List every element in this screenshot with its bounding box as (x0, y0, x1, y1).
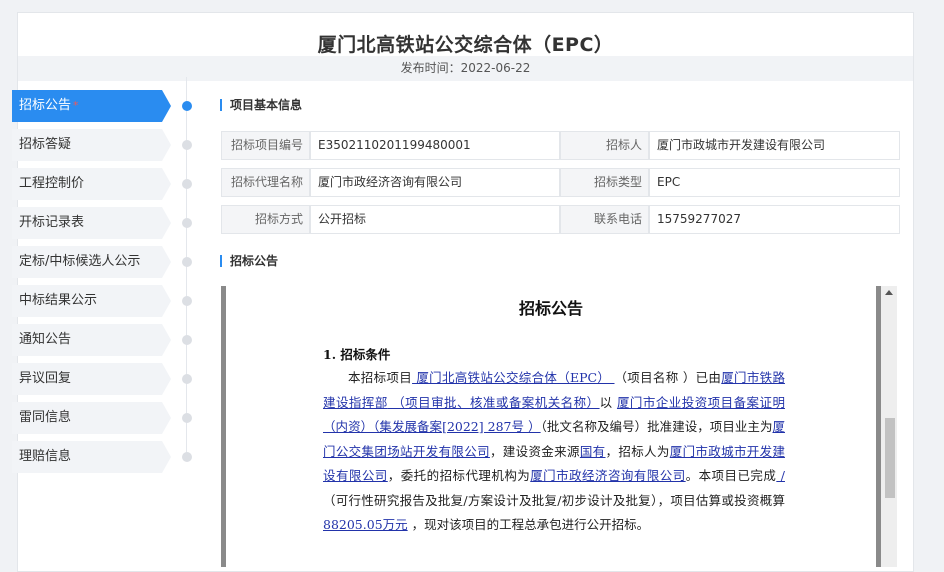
field-value: 公开招标 (310, 205, 560, 234)
info-row: 招标方式 公开招标 联系电话 15759277027 (221, 205, 900, 234)
field-label: 联系电话 (560, 205, 649, 234)
timeline-dot (182, 140, 192, 150)
document-paragraph: 本招标项目 厦门北高铁站公交综合体（EPC） （项目名称 ）已由厦门市铁路建设指… (323, 370, 785, 532)
field-value: 厦门市政经济咨询有限公司 (310, 168, 560, 197)
info-row: 招标项目编号 E3502110201199480001 招标人 厦门市政城市开发… (221, 131, 900, 160)
section-title-basic-info: 项目基本信息 (220, 99, 302, 111)
required-mark: * (73, 99, 79, 112)
timeline-dot (182, 296, 192, 306)
vertical-scrollbar[interactable] (881, 286, 897, 567)
timeline-dot (182, 413, 192, 423)
field-label: 招标项目编号 (221, 131, 310, 160)
timeline-dot (182, 101, 192, 111)
field-label: 招标类型 (560, 168, 649, 197)
document-title: 招标公告 (518, 299, 583, 318)
sidebar-item-notices[interactable]: 通知公告 (12, 324, 197, 356)
field-value: 15759277027 (649, 205, 900, 234)
publish-time-bar: 发布时间：2022-06-22 (18, 56, 913, 81)
sidebar-item-objection-reply[interactable]: 异议回复 (12, 363, 197, 395)
sidebar-item-similarity-info[interactable]: 雷同信息 (12, 402, 197, 434)
timeline-dot (182, 218, 192, 228)
timeline-dot (182, 335, 192, 345)
timeline-dot (182, 257, 192, 267)
sidebar-item-qa[interactable]: 招标答疑 (12, 129, 197, 161)
timeline-dot (182, 452, 192, 462)
section-title-notice: 招标公告 (220, 255, 278, 267)
notice-document-viewer[interactable]: 招标公告 1. 招标条件 本招标项目 厦门北高铁站公交综合体（EPC） （项目名… (221, 286, 897, 567)
field-value: 厦门市政城市开发建设有限公司 (649, 131, 900, 160)
publish-time: 发布时间：2022-06-22 (400, 61, 531, 75)
sidebar-item-control-price[interactable]: 工程控制价 (12, 168, 197, 200)
sidebar-item-result-publicity[interactable]: 中标结果公示 (12, 285, 197, 317)
field-value: E3502110201199480001 (310, 131, 560, 160)
field-value: EPC (649, 168, 900, 197)
field-label: 招标人 (560, 131, 649, 160)
sidebar-item-tender-notice[interactable]: 招标公告 * (12, 90, 197, 122)
sidebar-item-opening-record[interactable]: 开标记录表 (12, 207, 197, 239)
page-title: 厦门北高铁站公交综合体（EPC） (317, 34, 614, 56)
info-row: 招标代理名称 厦门市政经济咨询有限公司 招标类型 EPC (221, 168, 900, 197)
document-page: 招标公告 1. 招标条件 本招标项目 厦门北高铁站公交综合体（EPC） （项目名… (226, 286, 876, 567)
sidebar-item-candidate-publicity[interactable]: 定标/中标候选人公示 (12, 246, 197, 278)
scroll-up-arrow-icon[interactable] (885, 290, 893, 295)
timeline-dot (182, 374, 192, 384)
field-label: 招标方式 (221, 205, 310, 234)
sidebar-item-claim-info[interactable]: 理赔信息 (12, 441, 197, 473)
timeline-dot (182, 179, 192, 189)
field-label: 招标代理名称 (221, 168, 310, 197)
scrollbar-thumb[interactable] (885, 418, 895, 498)
document-section-title: 1. 招标条件 (323, 347, 391, 362)
